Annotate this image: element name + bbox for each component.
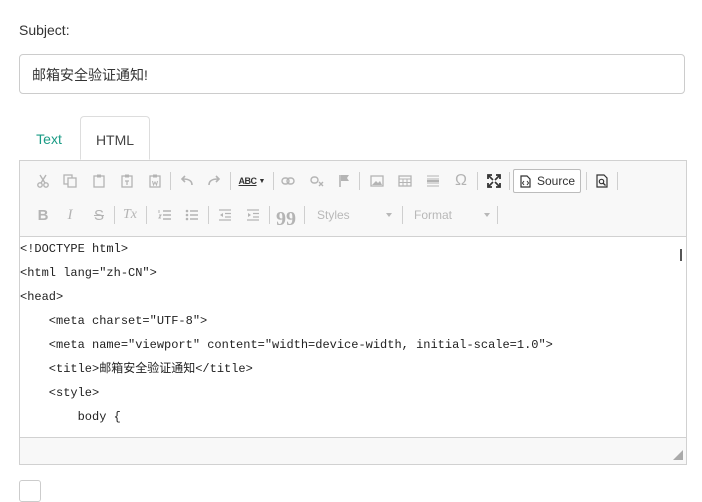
anchor-flag-icon[interactable] [332, 169, 356, 193]
preview-icon[interactable] [590, 169, 614, 193]
paste-icon[interactable] [87, 169, 111, 193]
styles-label: Styles [317, 208, 350, 222]
code-line: <!DOCTYPE html> [20, 242, 129, 256]
redo-icon[interactable] [202, 169, 226, 193]
chevron-down-icon [386, 213, 392, 217]
toolbar-separator [586, 172, 587, 190]
subject-input[interactable]: 邮箱安全验证通知! [19, 54, 685, 94]
subject-label: Subject: [19, 22, 70, 38]
strikethrough-icon[interactable]: S [87, 203, 111, 227]
link-icon[interactable] [276, 169, 300, 193]
code-line: <meta name="viewport" content="width=dev… [20, 338, 553, 352]
toolbar-separator [509, 172, 510, 190]
checkbox[interactable] [19, 480, 41, 502]
blockquote-icon[interactable]: 99 [274, 203, 298, 229]
toolbar-separator [208, 206, 209, 224]
source-label: Source [537, 174, 576, 188]
code-line: body { [20, 410, 121, 424]
bulleted-list-icon[interactable] [180, 203, 204, 227]
styles-dropdown[interactable]: Styles [317, 205, 392, 225]
omega-icon[interactable]: Ω [449, 169, 473, 193]
scrollbar[interactable] [680, 249, 682, 261]
html-editor: ABC ▼ Ω Source B I S Tx 99 Styles Format… [19, 160, 687, 465]
toolbar-separator [269, 206, 270, 224]
paste-word-icon[interactable] [143, 169, 167, 193]
outdent-icon[interactable] [213, 203, 237, 227]
image-icon[interactable] [365, 169, 389, 193]
italic-icon[interactable]: I [58, 203, 82, 227]
format-dropdown[interactable]: Format [414, 205, 490, 225]
tab-html[interactable]: HTML [80, 116, 150, 160]
code-line: <meta charset="UTF-8"> [20, 314, 208, 328]
source-code-area[interactable]: <!DOCTYPE html> <html lang="zh-CN"> <hea… [20, 236, 686, 438]
editor-toolbar: ABC ▼ Ω Source B I S Tx 99 Styles Format [20, 161, 686, 236]
spellcheck-icon[interactable]: ABC ▼ [236, 169, 268, 193]
paste-text-icon[interactable] [115, 169, 139, 193]
toolbar-separator [273, 172, 274, 190]
code-line: <head> [20, 290, 64, 304]
toolbar-separator [304, 206, 305, 224]
toolbar-separator [402, 206, 403, 224]
code-line: <style> [20, 386, 100, 400]
unlink-icon[interactable] [305, 169, 329, 193]
toolbar-separator [114, 206, 115, 224]
toolbar-separator [230, 172, 231, 190]
tab-text[interactable]: Text [19, 116, 79, 160]
numbered-list-icon[interactable] [153, 203, 177, 227]
copy-icon[interactable] [58, 169, 82, 193]
toolbar-separator [477, 172, 478, 190]
table-icon[interactable] [393, 169, 417, 193]
toolbar-separator [497, 206, 498, 224]
horizontal-rule-icon[interactable] [421, 169, 445, 193]
toolbar-separator [170, 172, 171, 190]
cut-icon[interactable] [31, 169, 55, 193]
toolbar-separator [359, 172, 360, 190]
source-button[interactable]: Source [513, 169, 581, 193]
maximize-icon[interactable] [482, 169, 506, 193]
toolbar-separator [617, 172, 618, 190]
remove-format-icon[interactable]: Tx [118, 203, 142, 227]
indent-icon[interactable] [241, 203, 265, 227]
code-line: <html lang="zh-CN"> [20, 266, 157, 280]
chevron-down-icon [484, 213, 490, 217]
toolbar-separator [146, 206, 147, 224]
format-label: Format [414, 208, 453, 222]
source-icon [520, 174, 531, 188]
undo-icon[interactable] [175, 169, 199, 193]
resize-handle[interactable] [673, 450, 683, 460]
code-line: <title>邮箱安全验证通知</title> [20, 362, 253, 376]
bold-icon[interactable]: B [31, 203, 55, 227]
editor-tabs: Text HTML [19, 116, 687, 160]
